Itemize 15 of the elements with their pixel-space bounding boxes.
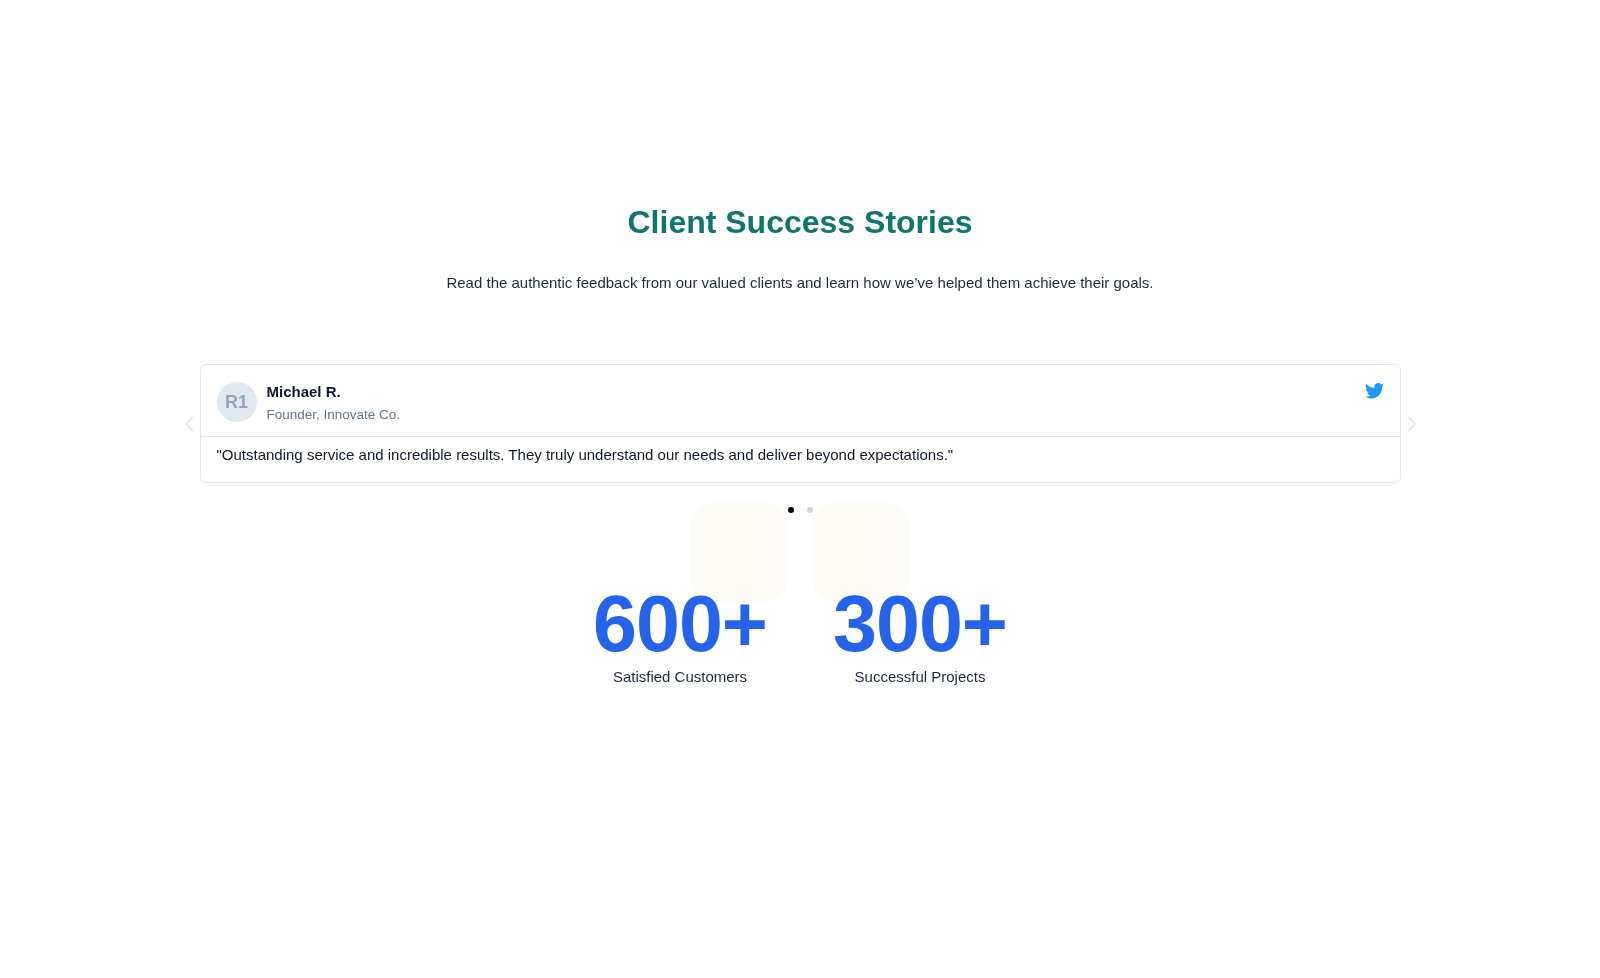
client-role: Founder, Innovate Co. xyxy=(266,406,401,424)
carousel-dot[interactable] xyxy=(806,507,813,513)
chevron-left-icon xyxy=(183,414,194,433)
bird-icon xyxy=(1364,383,1384,399)
stat-number: 300+ xyxy=(833,584,1007,663)
section-title: Client Success Stories xyxy=(627,203,973,242)
section-subtitle: Read the authentic feedback from our valued clients and learn how we’ve helped them achieve their goals. xyxy=(446,273,1154,293)
chevron-right-icon xyxy=(1406,414,1417,433)
stat-label: Satisfied Customers xyxy=(612,667,748,687)
carousel-dot[interactable] xyxy=(787,507,794,513)
stat-number: 600+ xyxy=(593,584,767,663)
avatar-circle: R1 xyxy=(216,382,257,422)
stat-label: Successful Projects xyxy=(854,667,986,687)
testimonial-quote: "Outstanding service and incredible results. They truly understand our needs and deliver beyond expectations." xyxy=(216,445,955,465)
client-name: Michael R. xyxy=(266,383,341,401)
